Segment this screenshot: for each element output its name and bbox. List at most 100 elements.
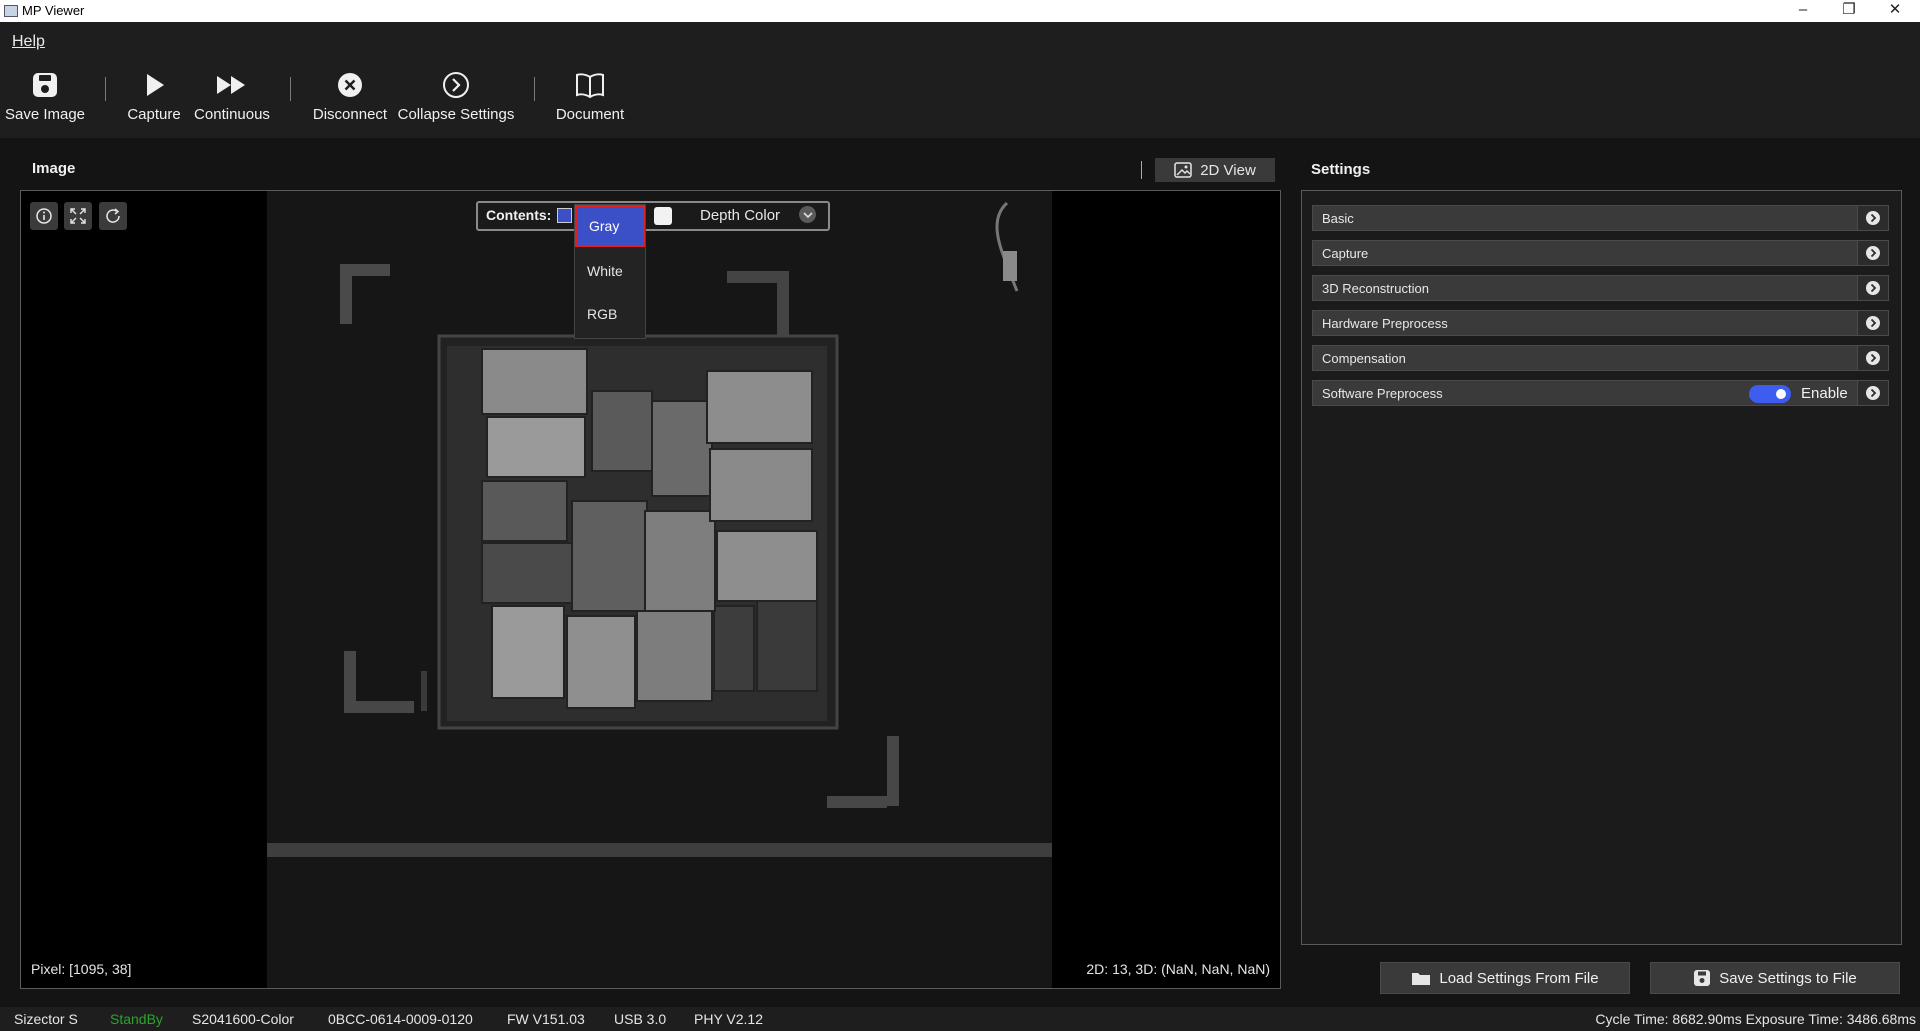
- capture-button[interactable]: Capture: [124, 70, 184, 123]
- folder-icon: [1412, 973, 1431, 985]
- texture-checkbox[interactable]: [557, 208, 572, 223]
- status-phy: PHY V2.12: [694, 1011, 764, 1027]
- info-icon: [36, 208, 52, 224]
- reset-view-button[interactable]: [99, 202, 127, 230]
- view-mode-label: 2D View: [1200, 161, 1256, 179]
- view-divider: [1141, 161, 1142, 179]
- value-readout: 2D: 13, 3D: (NaN, NaN, NaN): [1086, 961, 1270, 977]
- collapse-settings-button[interactable]: Collapse Settings: [396, 70, 516, 123]
- chevron-right-circle-icon: [1866, 211, 1880, 225]
- continuous-label: Continuous: [194, 106, 270, 123]
- status-device: Sizector S: [14, 1011, 78, 1027]
- settings-section-capture[interactable]: Capture: [1312, 240, 1889, 266]
- fit-view-button[interactable]: [64, 202, 92, 230]
- status-state: StandBy: [110, 1011, 163, 1027]
- fast-forward-icon: [217, 76, 245, 94]
- expand-icon: [70, 208, 86, 224]
- book-icon: [576, 73, 604, 99]
- section-label: Software Preprocess: [1322, 386, 1443, 401]
- save-image-label: Save Image: [4, 106, 86, 123]
- save-icon: [33, 73, 57, 97]
- view-mode-button[interactable]: 2D View: [1155, 158, 1275, 182]
- status-usb: USB 3.0: [614, 1011, 667, 1027]
- dropdown-option-white[interactable]: White: [575, 250, 645, 292]
- settings-section-3d-reconstruction[interactable]: 3D Reconstruction: [1312, 275, 1889, 301]
- capture-label: Capture: [127, 106, 181, 123]
- section-label: Compensation: [1322, 351, 1406, 366]
- play-icon: [147, 74, 164, 96]
- disconnect-icon: [338, 73, 362, 97]
- texture-dropdown-menu: Gray White RGB: [574, 204, 646, 339]
- disconnect-button[interactable]: Disconnect: [312, 70, 388, 123]
- toolbar-divider: [534, 77, 535, 101]
- continuous-button[interactable]: Continuous: [192, 70, 272, 123]
- document-label: Document: [555, 106, 625, 123]
- status-timing: Cycle Time: 8682.90ms Exposure Time: 348…: [1595, 1011, 1916, 1027]
- close-button[interactable]: ✕: [1872, 0, 1918, 22]
- chevron-circle-icon: [443, 72, 469, 98]
- status-firmware: FW V151.03: [507, 1011, 585, 1027]
- section-label: Hardware Preprocess: [1322, 316, 1448, 331]
- minimize-button[interactable]: –: [1780, 0, 1826, 22]
- save-icon: [1694, 970, 1711, 986]
- enable-label: Enable: [1801, 385, 1848, 402]
- enable-toggle[interactable]: [1749, 385, 1791, 403]
- expand-section-button[interactable]: [1857, 276, 1888, 300]
- settings-section-compensation[interactable]: Compensation: [1312, 345, 1889, 371]
- save-settings-button[interactable]: Save Settings to File: [1650, 962, 1900, 994]
- status-model: S2041600-Color: [192, 1011, 294, 1027]
- disconnect-label: Disconnect: [312, 106, 388, 123]
- title-bar: MP Viewer – ❐ ✕: [0, 0, 1920, 22]
- expand-section-button[interactable]: [1857, 346, 1888, 370]
- load-settings-label: Load Settings From File: [1439, 969, 1599, 987]
- chevron-right-circle-icon: [1866, 316, 1880, 330]
- depth-color-checkbox[interactable]: [654, 207, 672, 225]
- status-serial: 0BCC-0614-0009-0120: [328, 1011, 473, 1027]
- document-button[interactable]: Document: [552, 70, 628, 123]
- section-label: Capture: [1322, 246, 1369, 261]
- refresh-icon: [106, 208, 120, 223]
- status-bar: Sizector S StandBy S2041600-Color 0BCC-0…: [0, 1007, 1920, 1031]
- image-panel-title: Image: [32, 160, 76, 177]
- contents-selector: Contents: Depth Color: [476, 201, 830, 231]
- chevron-down-icon: [802, 211, 813, 218]
- camera-image[interactable]: [267, 191, 1052, 988]
- settings-section-hardware-preprocess[interactable]: Hardware Preprocess: [1312, 310, 1889, 336]
- chevron-right-circle-icon: [1866, 386, 1880, 400]
- expand-section-button[interactable]: [1857, 381, 1888, 405]
- pixel-readout: Pixel: [1095, 38]: [31, 961, 132, 977]
- dropdown-option-gray[interactable]: Gray: [575, 205, 645, 247]
- dropdown-option-rgb[interactable]: RGB: [575, 293, 645, 335]
- load-settings-button[interactable]: Load Settings From File: [1380, 962, 1630, 994]
- chevron-right-circle-icon: [1866, 281, 1880, 295]
- toolbar-divider: [105, 77, 106, 101]
- toggle-knob: [1776, 389, 1786, 399]
- toolbar-divider: [290, 77, 291, 101]
- camera-image-render: [267, 191, 1052, 988]
- expand-section-button[interactable]: [1857, 311, 1888, 335]
- contents-label: Contents:: [486, 207, 552, 223]
- info-button[interactable]: [30, 202, 58, 230]
- depth-color-dropdown-button[interactable]: [799, 206, 816, 223]
- settings-panel: Basic Capture 3D Reconstruction Hardware…: [1301, 190, 1902, 945]
- window-title: MP Viewer: [22, 3, 85, 18]
- save-image-button[interactable]: Save Image: [4, 70, 86, 123]
- image-icon: [1174, 162, 1192, 178]
- expand-section-button[interactable]: [1857, 206, 1888, 230]
- restore-button[interactable]: ❐: [1826, 0, 1872, 22]
- expand-section-button[interactable]: [1857, 241, 1888, 265]
- settings-section-basic[interactable]: Basic: [1312, 205, 1889, 231]
- collapse-settings-label: Collapse Settings: [397, 106, 515, 123]
- image-viewport[interactable]: Contents: Depth Color Gray White RGB Pix…: [20, 190, 1281, 989]
- menu-bar: Help: [0, 22, 1920, 60]
- save-settings-label: Save Settings to File: [1719, 969, 1857, 987]
- settings-panel-title: Settings: [1311, 161, 1371, 178]
- menu-help[interactable]: Help: [12, 33, 45, 51]
- depth-color-label: Depth Color: [700, 207, 781, 224]
- toolbar: Save Image Capture Continuous Disconnect…: [0, 60, 1920, 138]
- section-label: 3D Reconstruction: [1322, 281, 1429, 296]
- settings-section-software-preprocess[interactable]: Software Preprocess Enable: [1312, 380, 1889, 406]
- chevron-right-circle-icon: [1866, 246, 1880, 260]
- section-label: Basic: [1322, 211, 1354, 226]
- chevron-right-circle-icon: [1866, 351, 1880, 365]
